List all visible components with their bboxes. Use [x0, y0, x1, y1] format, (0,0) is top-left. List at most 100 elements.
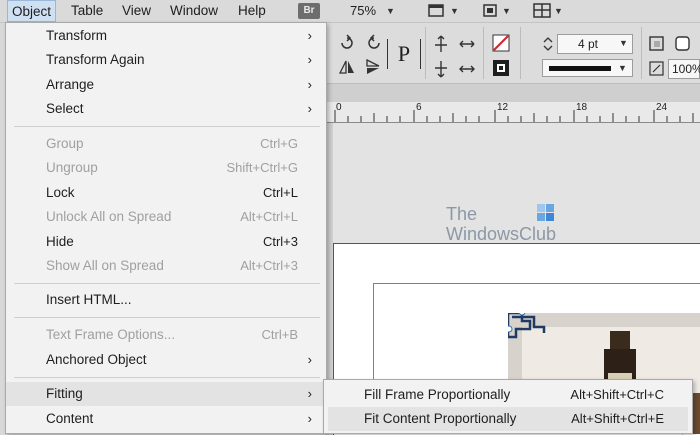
menu-item-group[interactable]: Group Ctrl+G [6, 132, 326, 156]
menu-item-label: Unlock All on Spread [46, 209, 172, 224]
screen-mode-dropdown-icon[interactable]: ▼ [502, 6, 511, 16]
screen-mode-icon[interactable] [481, 2, 503, 20]
menu-item-label: Ungroup [46, 160, 98, 175]
flip-horizontal-icon[interactable] [338, 58, 356, 76]
menu-item-ungroup[interactable]: Ungroup Shift+Ctrl+G [6, 156, 326, 180]
menu-item-label: Select [46, 101, 84, 116]
menu-item-shortcut: Shift+Ctrl+G [226, 160, 298, 175]
separator [483, 27, 484, 79]
submenu-arrow-icon: › [307, 352, 312, 367]
select-next-object-icon[interactable] [458, 60, 476, 78]
menu-table[interactable]: Table [71, 0, 103, 22]
menu-item-hide[interactable]: Hide Ctrl+3 [6, 230, 326, 254]
menu-item-label: Show All on Spread [46, 258, 164, 273]
menu-item-transform[interactable]: Transform › [6, 24, 326, 48]
submenu-item-fill-frame-proportionally[interactable]: Fill Frame Proportionally Alt+Shift+Ctrl+… [328, 383, 688, 407]
stroke-type-dropdown-icon[interactable]: ▼ [618, 63, 627, 73]
corner-options-icon[interactable] [648, 35, 666, 53]
menu-item-label: Insert HTML... [46, 292, 132, 307]
menu-item-label: Fill Frame Proportionally [364, 387, 511, 402]
effects-icon[interactable] [674, 35, 692, 53]
stroke-type-preview [549, 66, 611, 71]
stroke-swatch-icon[interactable] [492, 59, 510, 77]
submenu-item-fit-content-proportionally[interactable]: Fit Content Proportionally Alt+Shift+Ctrl… [328, 407, 688, 431]
select-container-icon[interactable] [432, 35, 450, 53]
object-menu: Transform › Transform Again › Arrange › Sel… [5, 22, 327, 434]
flip-vertical-icon[interactable] [365, 58, 383, 76]
menu-item-label: Fit Content Proportionally [364, 411, 517, 426]
menu-item-transform-again[interactable]: Transform Again › [6, 48, 326, 72]
ruler-label: 24 [656, 102, 668, 113]
bridge-button[interactable]: Br [298, 3, 320, 19]
menu-item-label: Group [46, 136, 84, 151]
rotate-ccw-icon[interactable] [365, 34, 383, 52]
arrange-documents-dropdown-icon[interactable]: ▼ [554, 6, 563, 16]
horizontal-ruler: 0 6 12 18 24 [325, 102, 700, 123]
menu-item-insert-html[interactable]: Insert HTML... [6, 288, 326, 312]
menu-bar: Object Table View Window Help Br 75% ▼ ▼… [0, 0, 700, 23]
scale-field[interactable]: 100% [668, 59, 700, 79]
zoom-level[interactable]: 75% [350, 0, 376, 22]
view-options-dropdown-icon[interactable]: ▼ [450, 6, 459, 16]
menu-view[interactable]: View [122, 0, 151, 22]
scale-value: 100% [672, 62, 700, 76]
stroke-weight-value: 4 pt [578, 37, 599, 51]
menu-item-lock[interactable]: Lock Ctrl+L [6, 181, 326, 205]
menu-separator [14, 377, 320, 378]
select-content-icon[interactable] [432, 60, 450, 78]
menu-item-shortcut: Ctrl+G [260, 136, 298, 151]
watermark-logo-icon [537, 204, 554, 221]
menu-item-shortcut: Ctrl+3 [262, 234, 298, 249]
menu-item-label: Fitting [46, 386, 83, 401]
ruler-label: 12 [497, 102, 509, 113]
menu-item-anchored-object[interactable]: Anchored Object › [6, 348, 326, 372]
menu-item-shortcut: Alt+Shift+Ctrl+C [570, 387, 664, 402]
menu-separator [14, 126, 320, 127]
reference-point-icon[interactable]: P [387, 39, 421, 69]
menu-item-show-all-on-spread[interactable]: Show All on Spread Alt+Ctrl+3 [6, 254, 326, 278]
menu-item-label: Lock [46, 185, 75, 200]
menu-window[interactable]: Window [170, 0, 218, 22]
menu-item-shortcut: Ctrl+B [261, 327, 298, 342]
ruler-ticks [334, 110, 694, 122]
menu-item-shortcut: Alt+Ctrl+L [240, 209, 298, 224]
menu-item-shortcut: Alt+Shift+Ctrl+E [571, 411, 664, 426]
stroke-weight-stepper[interactable] [543, 36, 553, 52]
menu-help[interactable]: Help [238, 0, 266, 22]
ruler-label: 6 [416, 102, 422, 113]
view-options-icon[interactable] [428, 2, 450, 20]
submenu-arrow-icon: › [307, 101, 312, 116]
menu-item-text-frame-options[interactable]: Text Frame Options... Ctrl+B [6, 323, 326, 347]
fill-none-swatch-icon[interactable] [492, 34, 510, 52]
zoom-dropdown-icon[interactable]: ▼ [386, 6, 395, 16]
menu-item-arrange[interactable]: Arrange › [6, 73, 326, 97]
menu-item-select[interactable]: Select › [6, 97, 326, 121]
watermark-line2: WindowsClub [446, 224, 557, 244]
stroke-weight-dropdown-icon[interactable]: ▼ [619, 38, 628, 48]
select-previous-object-icon[interactable] [458, 35, 476, 53]
menu-item-shortcut: Alt+Ctrl+3 [240, 258, 298, 273]
menu-item-content[interactable]: Content › [6, 407, 326, 431]
menu-object[interactable]: Object [7, 0, 57, 22]
submenu-arrow-icon: › [307, 386, 312, 401]
submenu-arrow-icon: › [307, 52, 312, 67]
menu-item-label: Content [46, 411, 94, 426]
separator [520, 27, 521, 79]
submenu-arrow-icon: › [307, 28, 312, 43]
fitting-submenu: Fill Frame Proportionally Alt+Shift+Ctrl+… [323, 379, 693, 434]
menu-item-label: Transform [46, 28, 108, 43]
ruler-label: 0 [336, 102, 342, 113]
arrange-documents-icon[interactable] [533, 2, 555, 20]
rotate-cw-icon[interactable] [338, 34, 356, 52]
menu-item-unlock-all-on-spread[interactable]: Unlock All on Spread Alt+Ctrl+L [6, 205, 326, 229]
menu-item-label: Hide [46, 234, 74, 249]
scale-icon[interactable] [648, 60, 666, 78]
menu-item-shortcut: Ctrl+L [262, 185, 298, 200]
submenu-arrow-icon: › [307, 77, 312, 92]
separator [425, 27, 426, 79]
control-panel: P 4 pt ▼ ▼ 100% [325, 23, 700, 84]
menu-item-fitting[interactable]: Fitting › [6, 382, 326, 406]
document-tab-strip [325, 84, 700, 102]
menu-separator [14, 317, 320, 318]
stroke-type-select[interactable]: ▼ [542, 59, 633, 77]
